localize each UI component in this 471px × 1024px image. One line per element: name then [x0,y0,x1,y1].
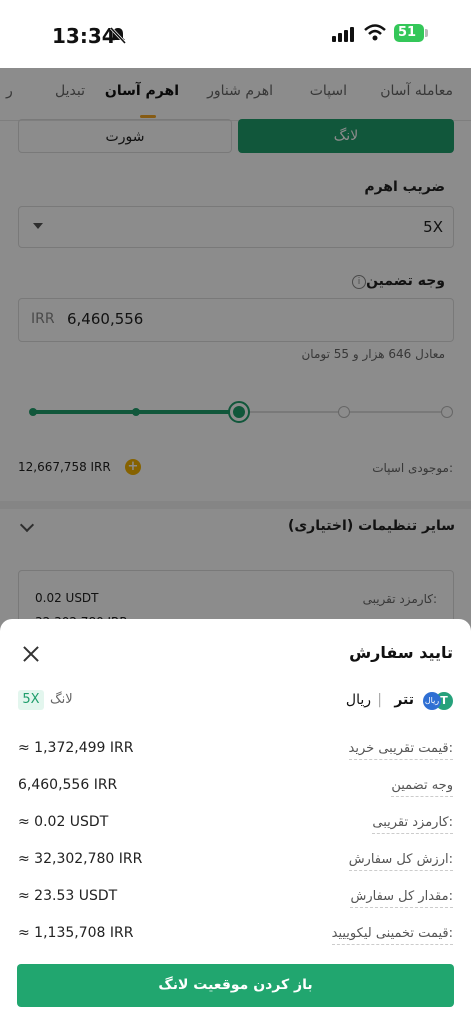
confirm-order-sheet: تایید سفارش T ریال تتر | ریال 5X لانگ قی… [0,619,471,1024]
order-amount-value: ≈ 23.53 USDT [18,888,118,904]
pair-quote: ریال [345,692,371,708]
order-amount-label: مقدار کل سفارش: [350,889,453,908]
pair-base: تتر [394,692,414,708]
order-value-value: ≈ 32,302,780 IRR [18,851,143,867]
liquidation-price-value: ≈ 1,135,708 IRR [18,925,134,941]
open-long-position-button[interactable]: باز کردن موقعیت لانگ [17,964,454,1007]
rial-icon: ریال [423,692,441,710]
cellular-signal-icon [332,27,354,42]
battery-tip [425,29,428,37]
battery-indicator: 51 [394,24,424,42]
order-value-label: ارزش کل سفارش: [348,852,453,871]
sheet-title: تایید سفارش [349,643,453,662]
close-icon[interactable] [21,644,41,664]
buy-price-value: ≈ 1,372,499 IRR [18,740,134,756]
fee-row-label: کارمزد تقریبی: [372,815,453,834]
margin-row-value: 6,460,556 IRR [18,777,118,793]
pair-separator: | [377,692,382,708]
wifi-icon [364,24,386,41]
status-bar: 13:34 51 [0,0,471,68]
clock: 13:34 [52,24,116,48]
liquidation-price-label: قیمت تخمینی لیکوییید: [331,926,453,945]
buy-price-label: قیمت تقریبی خرید: [348,741,453,760]
bell-muted-icon [109,26,127,44]
leverage-badge: 5X [18,690,44,710]
fee-row-value: ≈ 0.02 USDT [18,814,109,830]
margin-row-label: وجه تضمین [391,778,453,797]
side-label: لانگ [50,692,73,707]
